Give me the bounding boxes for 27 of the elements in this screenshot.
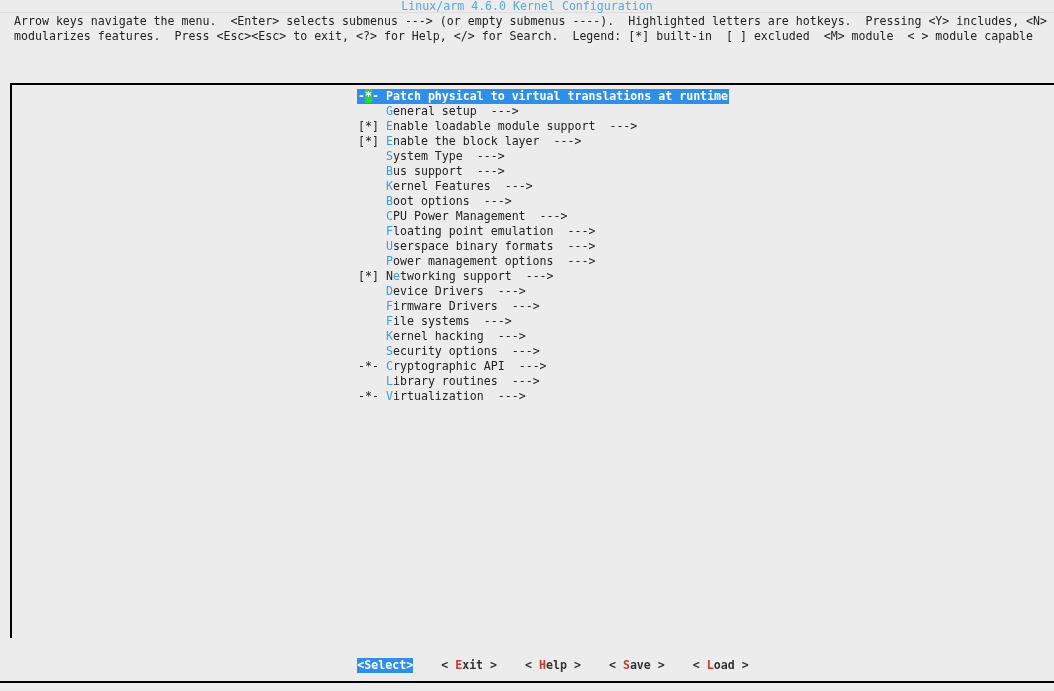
menu-item[interactable]: System Type ---> bbox=[357, 149, 730, 164]
menu-item[interactable]: Boot options ---> bbox=[357, 194, 730, 209]
menu-item[interactable]: Kernel hacking ---> bbox=[357, 329, 730, 344]
menu-item[interactable]: -*- Virtualization ---> bbox=[357, 389, 730, 404]
menu-item[interactable]: Floating point emulation ---> bbox=[357, 224, 730, 239]
menu-item[interactable]: [*] Enable the block layer ---> bbox=[357, 134, 730, 149]
menu-item[interactable]: Userspace binary formats ---> bbox=[357, 239, 730, 254]
menu-item[interactable]: General setup ---> bbox=[357, 104, 730, 119]
menu-item[interactable]: CPU Power Management ---> bbox=[357, 209, 730, 224]
dialog-button[interactable]: < Help > bbox=[525, 658, 581, 673]
menu-item[interactable]: Library routines ---> bbox=[357, 374, 730, 389]
menu-item[interactable]: -*- C ryptographic API ---> bbox=[357, 359, 730, 374]
menu-item[interactable]: Kernel Features ---> bbox=[357, 179, 730, 194]
help-text: modularizes features. Press <Esc><Esc> to exit, <?> for Help, </> for Search. Legend: [*] built-in [ ] excluded <M> module < > module capable bbox=[14, 29, 1035, 44]
dialog-button[interactable]: < Exit > bbox=[441, 658, 498, 673]
menu-item[interactable]: [*] Enable loadable module support ---> bbox=[357, 119, 730, 134]
dialog-button[interactable]: < Save > bbox=[608, 658, 665, 673]
menu-item[interactable]: [*] Networking support ---> bbox=[357, 269, 730, 284]
menu-item[interactable]: File systems ---> bbox=[357, 314, 730, 329]
window-title: Linux/arm 4.6.0 Kernel Configuration bbox=[401, 0, 653, 12]
menu-item[interactable]: Bus support ---> bbox=[357, 164, 730, 179]
menu-item[interactable]: Firmware Drivers ---> bbox=[357, 299, 730, 314]
menu-item[interactable]: Power management options ---> bbox=[357, 254, 730, 269]
dialog-button[interactable]: < Load > bbox=[692, 658, 749, 673]
help-text: Arrow keys navigate the menu. <Enter> selects submenus ---> (or empty submenus ----). Highlighted letters are hotkeys. Pressing <Y> includes, <N> bbox=[14, 14, 1049, 29]
menu-item[interactable]: Device Drivers ---> bbox=[357, 284, 730, 299]
menu-item[interactable]: Security options ---> bbox=[357, 344, 730, 359]
